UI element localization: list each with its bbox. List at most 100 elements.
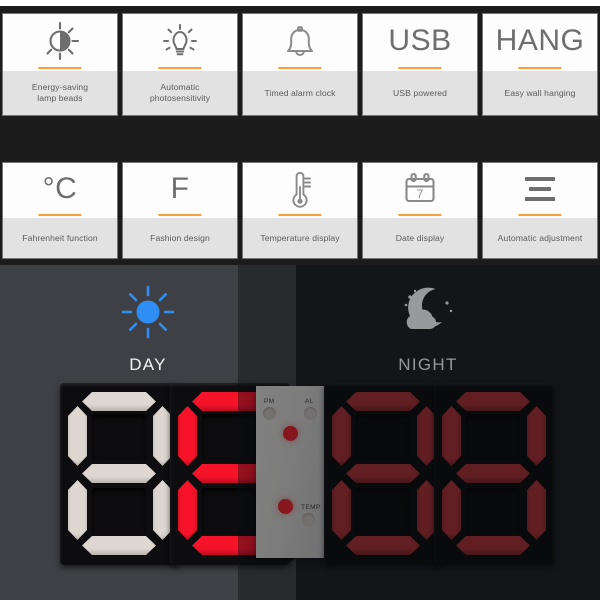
- segment-a: [456, 392, 530, 411]
- feature-card-usb[interactable]: USB USB powered: [363, 14, 477, 115]
- segment-b: [527, 406, 546, 466]
- label-line-2: lamp beads: [37, 93, 83, 103]
- segment-d: [192, 536, 266, 555]
- feature-label: Temperature display: [260, 232, 340, 243]
- clock-digit-3: [324, 383, 444, 565]
- icon-area: HANG: [483, 14, 597, 71]
- accent-underline: [518, 67, 562, 69]
- segment-e: [68, 480, 87, 540]
- accent-underline: [278, 67, 322, 69]
- day-label: DAY: [129, 355, 167, 374]
- feature-card-date[interactable]: 7 Date display: [363, 163, 477, 258]
- label-area: Fahrenheit function: [3, 218, 117, 258]
- feature-card-photosensitivity[interactable]: Automatic photosensitivity: [123, 14, 237, 115]
- celsius-text-icon: °C: [42, 171, 78, 205]
- feature-card-energy-saving[interactable]: Energy-saving lamp beads: [3, 14, 117, 115]
- clock-digit-4: [434, 383, 554, 565]
- alarm-indicator-label: AL: [305, 398, 314, 405]
- product-infographic: Energy-saving lamp beads Automatic photo…: [0, 0, 600, 600]
- segment-d: [456, 536, 530, 555]
- night-mode-block: NIGHT: [348, 283, 508, 375]
- segment-c: [527, 480, 546, 540]
- segment-g: [456, 464, 530, 483]
- label-area: Easy wall hanging: [483, 71, 597, 115]
- feature-label: Automatic adjustment: [497, 232, 583, 243]
- segment-g: [192, 464, 266, 483]
- icon-area: [243, 14, 357, 71]
- label-area: Timed alarm clock: [243, 71, 357, 115]
- day-night-scene: DAY NIGHT PM AL TEMP: [0, 265, 600, 600]
- segment-d: [82, 536, 156, 555]
- label-area: Fashion design: [123, 218, 237, 258]
- calendar-day-number: 7: [417, 187, 424, 201]
- icon-area: [243, 163, 357, 218]
- icon-area: °C: [3, 163, 117, 218]
- feature-card-alarm[interactable]: Timed alarm clock: [243, 14, 357, 115]
- label-area: Automatic photosensitivity: [123, 71, 237, 115]
- segment-d: [346, 536, 420, 555]
- feature-label: Energy-saving lamp beads: [32, 82, 88, 103]
- segment-e: [442, 480, 461, 540]
- day-mode-block: DAY: [68, 283, 228, 375]
- feature-label: Fahrenheit function: [22, 232, 98, 243]
- night-label: NIGHT: [398, 355, 458, 374]
- temp-indicator-label: TEMP: [301, 504, 321, 511]
- clock-control-panel[interactable]: PM AL TEMP: [256, 386, 328, 558]
- segment-a: [82, 392, 156, 411]
- brightness-half-sun-icon: [37, 18, 83, 64]
- label-line-2: photosensitivity: [149, 93, 211, 103]
- usb-text-icon: USB: [388, 23, 452, 57]
- feature-label: Fashion design: [150, 232, 210, 243]
- temp-indicator-dot: [302, 513, 315, 526]
- fahrenheit-text-icon: F: [170, 171, 190, 205]
- digit-hollow-bottom: [92, 488, 146, 534]
- accent-underline: [398, 67, 442, 69]
- segment-f: [332, 406, 351, 466]
- label-area: Automatic adjustment: [483, 218, 597, 258]
- pm-indicator-label: PM: [264, 398, 275, 405]
- digit-hollow-bottom: [356, 488, 410, 534]
- icon-area: 7: [363, 163, 477, 218]
- feature-label: Automatic photosensitivity: [150, 82, 210, 103]
- digit-hollow-bottom: [466, 488, 520, 534]
- segment-f: [178, 406, 197, 466]
- feature-label: Timed alarm clock: [264, 87, 336, 98]
- feature-card-auto-adjustment[interactable]: Automatic adjustment: [483, 163, 597, 258]
- bell-icon: [277, 18, 323, 64]
- feature-card-temperature[interactable]: Temperature display: [243, 163, 357, 258]
- accent-underline: [158, 214, 202, 216]
- colon-dot-lower: [278, 499, 293, 514]
- moon-cloud-stars-icon: [397, 283, 459, 346]
- icon-area: [123, 14, 237, 71]
- feature-row-1: Energy-saving lamp beads Automatic photo…: [0, 14, 600, 115]
- icon-area: F: [123, 163, 237, 218]
- icon-area: [483, 163, 597, 218]
- segment-f: [68, 406, 87, 466]
- feature-label: Easy wall hanging: [504, 87, 576, 98]
- feature-card-fahrenheit[interactable]: °C Fahrenheit function: [3, 163, 117, 258]
- segment-f: [442, 406, 461, 466]
- feature-card-wall-hanging[interactable]: HANG Easy wall hanging: [483, 14, 597, 115]
- accent-underline: [38, 67, 82, 69]
- feature-label: USB powered: [392, 87, 448, 98]
- accent-underline: [398, 214, 442, 216]
- light-bulb-icon: [157, 18, 203, 64]
- digit-hollow-bottom: [202, 488, 256, 534]
- label-line-1: Automatic: [160, 82, 200, 93]
- segment-g: [82, 464, 156, 483]
- feature-label: Date display: [395, 232, 445, 243]
- icon-area: [3, 14, 117, 71]
- segment-e: [178, 480, 197, 540]
- accent-underline: [278, 214, 322, 216]
- accent-underline: [518, 214, 562, 216]
- label-area: USB powered: [363, 71, 477, 115]
- hang-text-icon: HANG: [495, 23, 585, 57]
- label-area: Date display: [363, 218, 477, 258]
- icon-area: USB: [363, 14, 477, 71]
- accent-underline: [38, 214, 82, 216]
- digit-hollow-top: [202, 414, 256, 460]
- hamburger-lines-icon: [519, 171, 561, 207]
- colon-dot-upper: [283, 426, 298, 441]
- label-area: Temperature display: [243, 218, 357, 258]
- feature-card-fashion-design[interactable]: F Fashion design: [123, 163, 237, 258]
